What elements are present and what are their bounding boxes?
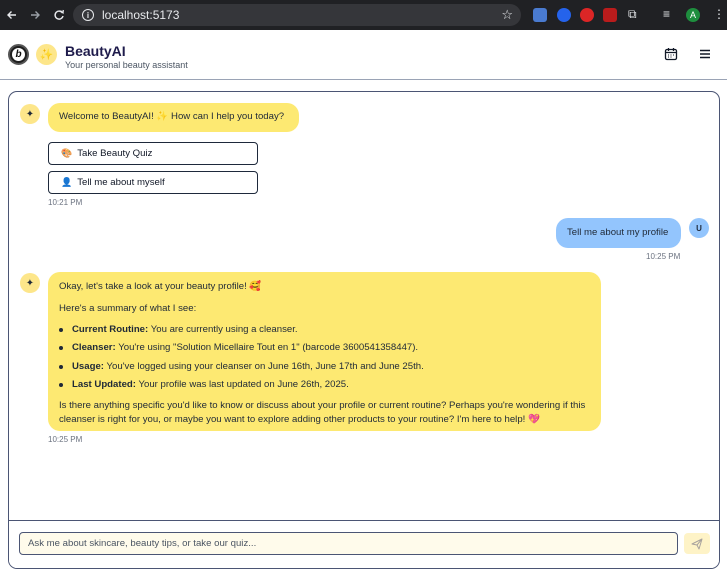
send-button[interactable] (684, 533, 710, 554)
chat-panel: ✦ Welcome to BeautyAI! ✨ How can I help … (8, 91, 720, 569)
back-icon[interactable] (0, 0, 24, 30)
composer (9, 520, 719, 568)
list-item: Current Routine: You are currently using… (59, 324, 590, 336)
translate-extension-icon[interactable] (533, 8, 547, 22)
red-square-extension-icon[interactable] (603, 8, 617, 22)
bot-profile-message: Okay, let's take a look at your beauty p… (48, 272, 601, 431)
list-item: Usage: You've logged using your cleanser… (59, 361, 590, 373)
chrome-menu-icon[interactable]: ⋮ (713, 7, 725, 21)
address-bar[interactable]: i localhost:5173 ☆ (73, 4, 521, 26)
quiz-button-label: Take Beauty Quiz (77, 148, 153, 159)
profile-summary-list: Current Routine: You are currently using… (59, 324, 590, 392)
site-info-icon[interactable]: i (82, 9, 94, 21)
take-beauty-quiz-button[interactable]: 🎨 Take Beauty Quiz (48, 142, 258, 165)
profile-timestamp: 10:25 PM (48, 435, 83, 444)
profile-summary-heading: Here's a summary of what I see: (59, 302, 197, 314)
profile-avatar[interactable]: A (686, 8, 700, 22)
about-button-label: Tell me about myself (77, 177, 165, 188)
app-logo: b (8, 44, 29, 65)
extensions-puzzle-icon[interactable]: ⧉ (628, 7, 637, 22)
user-message: Tell me about my profile (556, 218, 681, 248)
person-icon: 👤 (61, 177, 73, 187)
send-icon (691, 538, 703, 549)
tell-me-about-myself-button[interactable]: 👤 Tell me about myself (48, 171, 258, 194)
app-subtitle: Your personal beauty assistant (65, 60, 188, 70)
list-item: Last Updated: Your profile was last upda… (59, 379, 590, 391)
bot-welcome-message: Welcome to BeautyAI! ✨ How can I help yo… (48, 103, 299, 132)
palette-icon: 🎨 (61, 148, 73, 158)
browser-toolbar: i localhost:5173 ☆ ⧉ ≡ A ⋮ (0, 0, 727, 30)
red-extension-icon[interactable] (580, 8, 594, 22)
app-header: b ✨ BeautyAI Your personal beauty assist… (0, 30, 727, 80)
bot-sparkle-icon: ✦ (20, 273, 40, 293)
welcome-timestamp: 10:21 PM (48, 198, 83, 207)
chat-input[interactable] (19, 532, 678, 555)
reload-icon[interactable] (47, 0, 71, 30)
user-avatar: U (689, 218, 709, 238)
forward-icon[interactable] (23, 0, 47, 30)
password-extension-icon[interactable] (557, 8, 571, 22)
welcome-text: Welcome to BeautyAI! ✨ How can I help yo… (59, 111, 285, 122)
calendar-icon[interactable] (664, 47, 680, 63)
app-title: BeautyAI (65, 43, 126, 59)
url-text: localhost:5173 (102, 8, 180, 22)
logo-letter: b (12, 48, 25, 61)
bot-sparkle-icon: ✦ (20, 104, 40, 124)
hamburger-menu-icon[interactable] (698, 47, 714, 63)
profile-closing: Is there anything specific you'd like to… (59, 399, 586, 425)
user-message-text: Tell me about my profile (567, 227, 669, 238)
reading-list-icon[interactable]: ≡ (663, 7, 670, 21)
profile-intro: Okay, let's take a look at your beauty p… (59, 281, 262, 292)
bookmark-star-icon[interactable]: ☆ (501, 7, 513, 23)
sparkle-icon: ✨ (36, 44, 57, 65)
list-item: Cleanser: You're using "Solution Micella… (59, 342, 590, 354)
user-timestamp: 10:25 PM (646, 252, 681, 261)
